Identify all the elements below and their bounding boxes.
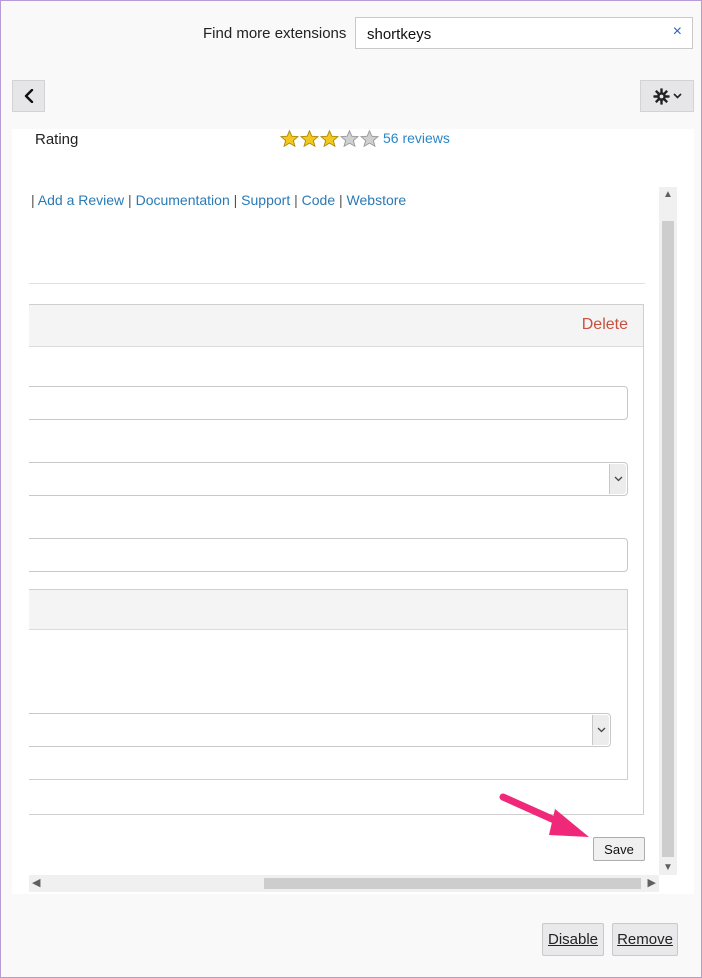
link-separator: | [128, 192, 132, 208]
link-separator: | [233, 192, 238, 208]
code-link[interactable]: Code [302, 192, 335, 208]
activation-select[interactable] [29, 713, 611, 747]
behavior-select[interactable] [29, 462, 628, 496]
annotation-arrow-icon [499, 793, 589, 837]
remove-button[interactable]: Remove [612, 923, 678, 956]
clear-search-icon[interactable]: × [673, 23, 682, 41]
shortcut-key-input[interactable] [29, 386, 628, 420]
star-filled-icon [280, 130, 299, 147]
link-separator: | [339, 192, 343, 208]
scroll-left-arrow-icon[interactable]: ◀ [32, 876, 40, 889]
tools-menu-button[interactable] [640, 80, 694, 112]
vertical-scrollbar[interactable]: ▲ ▼ [659, 187, 677, 875]
horizontal-scrollbar[interactable]: ◀ ▶ [29, 875, 659, 892]
save-button[interactable]: Save [593, 837, 645, 861]
star-filled-icon [320, 130, 339, 147]
advanced-settings-panel [29, 589, 628, 780]
delete-shortcut-button[interactable]: Delete [582, 316, 628, 334]
shortcut-panel-header: Delete [29, 305, 643, 347]
options-scroll-pane: | Add a Review | Documentation | Support… [29, 186, 661, 875]
chevron-down-icon [597, 727, 605, 733]
link-separator: | [294, 192, 298, 208]
star-filled-icon [300, 130, 319, 147]
chevron-down-icon [614, 476, 622, 482]
star-empty-icon [360, 130, 379, 147]
horizontal-scrollbar-thumb[interactable] [264, 878, 641, 889]
reviews-link[interactable]: 56 reviews [383, 130, 450, 146]
search-extensions-box[interactable]: × [355, 17, 693, 49]
activation-select-arrow[interactable] [592, 715, 609, 745]
link-separator: | [31, 192, 35, 208]
scroll-down-arrow-icon[interactable]: ▼ [663, 862, 673, 873]
rating-stars [280, 130, 379, 147]
support-link[interactable]: Support [241, 192, 290, 208]
behavior-select-arrow[interactable] [609, 464, 626, 494]
shortcut-panel: Delete [29, 304, 644, 815]
find-more-extensions-label: Find more extensions [203, 25, 347, 42]
chevron-down-icon [672, 93, 682, 99]
addons-manager-window: Find more extensions × [0, 0, 702, 978]
webstore-link[interactable]: Webstore [347, 192, 407, 208]
extension-details-card: Rating 56 reviews | Add a Review | Docum… [12, 129, 694, 894]
star-empty-icon [340, 130, 359, 147]
extension-links: | Add a Review | Documentation | Support… [31, 192, 406, 208]
rating-label: Rating [35, 131, 79, 148]
scroll-right-arrow-icon[interactable]: ▶ [648, 876, 656, 889]
label-input[interactable] [29, 538, 628, 572]
section-divider [29, 283, 645, 284]
disable-button[interactable]: Disable [542, 923, 604, 956]
documentation-link[interactable]: Documentation [136, 192, 230, 208]
chevron-left-icon [24, 89, 33, 103]
gear-icon [652, 87, 670, 105]
add-review-link[interactable]: Add a Review [38, 192, 124, 208]
vertical-scrollbar-thumb[interactable] [662, 221, 674, 857]
scroll-up-arrow-icon[interactable]: ▲ [663, 189, 673, 200]
back-button[interactable] [12, 80, 45, 112]
search-input[interactable] [365, 25, 659, 44]
advanced-settings-header[interactable] [29, 590, 627, 630]
